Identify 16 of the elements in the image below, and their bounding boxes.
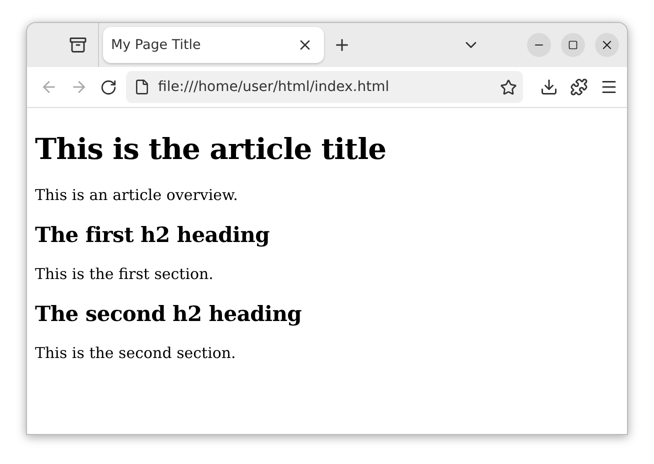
address-bar[interactable]: file:///home/user/html/index.html	[126, 71, 523, 103]
paragraph: This is the first section.	[35, 265, 214, 283]
close-icon	[600, 38, 614, 52]
maximize-button[interactable]	[561, 33, 585, 57]
paragraph: This is an article overview.	[35, 186, 239, 204]
section-heading: The second h2 heading	[35, 301, 303, 326]
browser-tab[interactable]: My Page Title	[103, 27, 324, 63]
maximize-icon	[568, 40, 578, 50]
paragraph: This is the second section.	[35, 344, 237, 362]
article-title: This is the article title	[35, 132, 388, 166]
tab-title: My Page Title	[111, 37, 201, 53]
close-button[interactable]	[595, 33, 619, 57]
bookmark-star-icon[interactable]	[500, 78, 517, 96]
address-field[interactable]: file:///home/user/html/index.html	[158, 79, 492, 95]
file-icon	[134, 79, 150, 95]
section-heading: The first h2 heading	[35, 222, 271, 247]
